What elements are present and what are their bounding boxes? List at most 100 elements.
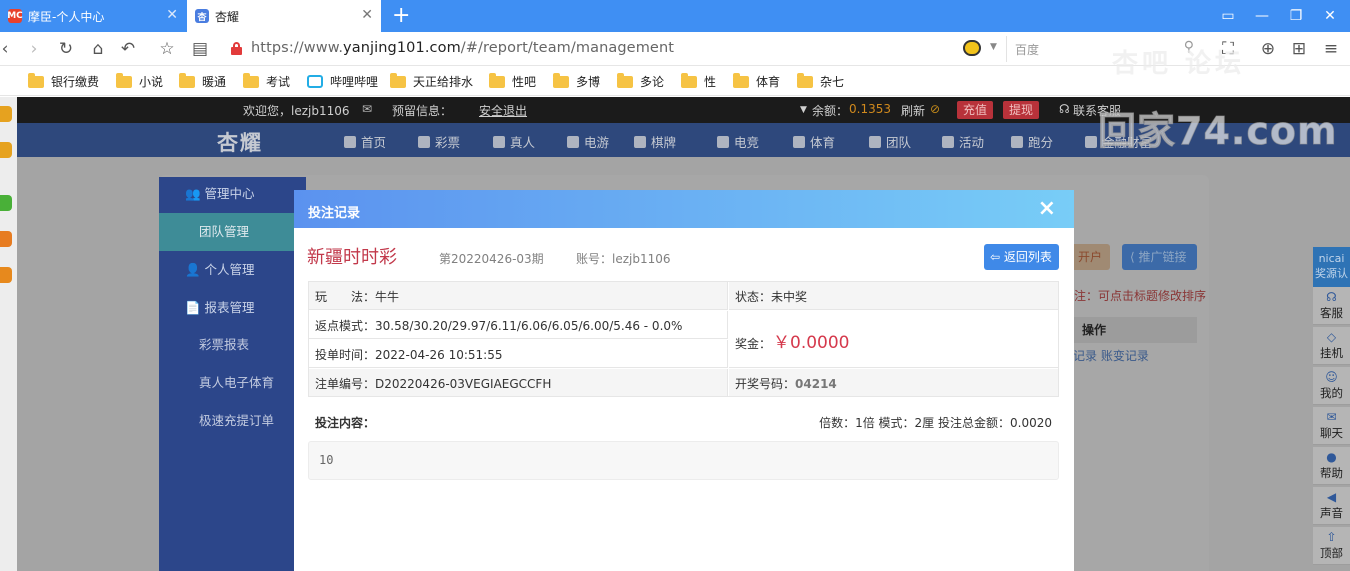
float-top[interactable]: ⇧ 顶部 [1313,527,1350,565]
nav-activity[interactable]: 活动 [942,132,984,151]
sidebar-item-fast-orders[interactable]: 极速充提订单 [159,410,306,429]
bookmark-item[interactable]: 体育 [733,72,780,90]
period-number: 第20220426-03期 [439,252,544,266]
bookmark-item[interactable]: 性 [681,72,716,90]
bookmark-item[interactable]: 哔哩哔哩 [307,73,378,90]
sidebar-group-management[interactable]: 👥 管理中心 [159,183,306,202]
bookmark-item[interactable]: 银行缴费 [28,72,99,90]
float-sound[interactable]: ◀ 声音 [1313,487,1350,525]
back-to-list-button[interactable]: ⇦ 返回列表 [984,244,1059,270]
status-cell: 状态：未中奖 [729,282,1058,310]
sidebar-item-team-management[interactable]: 团队管理 [159,213,306,251]
close-tab-icon[interactable]: ✕ [166,7,178,23]
folder-icon [681,72,697,88]
bee-extension-icon[interactable] [963,40,981,56]
forum-watermark: 杏吧 论坛 回家74.com [1098,49,1338,154]
sidebar-toggle-icon[interactable]: ▭ [1211,0,1245,32]
users-icon: 👥 [185,186,205,201]
sidebar-group-reports[interactable]: 📄 报表管理 [159,297,306,316]
xingyao-favicon-icon: 杏 [195,9,209,23]
sidebar-item-lottery-report[interactable]: 彩票报表 [159,334,306,353]
table-header-actions: 操作 [1073,317,1197,343]
user-icon: 👤 [185,262,205,277]
close-tab-icon[interactable]: ✕ [361,7,373,23]
bet-content-label: 投注内容： [315,416,376,430]
folder-icon [489,72,505,88]
nav-team[interactable]: 团队 [869,132,911,151]
modal-title: 投注记录 [308,206,361,221]
browser-tab-xingyao[interactable]: 杏 杏耀 ✕ [187,0,381,32]
promo-link-button[interactable]: ⟨ 推广链接 [1122,244,1197,270]
recharge-button[interactable]: 充值 [957,101,994,119]
float-service[interactable]: ☊ 客服 [1313,287,1350,325]
folder-icon [390,72,406,88]
new-tab-button[interactable]: + [392,3,410,29]
undo-icon[interactable]: ↶ [117,38,139,60]
bookmark-item[interactable]: 考试 [243,72,290,90]
chat-ext-icon[interactable] [0,195,12,211]
float-mine[interactable]: ☺ 我的 [1313,367,1350,405]
reader-icon[interactable]: ▤ [189,38,211,60]
arrow-up-icon: ⇧ [1326,530,1337,544]
prize-value: ￥0.0000 [773,333,850,353]
bookmark-item[interactable]: 暖通 [179,72,226,90]
record-link[interactable]: 记录 [1073,349,1097,363]
nav-lottery[interactable]: 彩票 [418,132,460,151]
reload-icon[interactable]: ↻ [55,38,77,60]
nav-slots[interactable]: 电游 [567,132,609,151]
bilibili-icon [307,75,323,88]
bookmark-item[interactable]: 杂七 [797,72,844,90]
balance-change-link[interactable]: 账变记录 [1101,349,1149,363]
refresh-link[interactable]: 刷新 [901,102,925,119]
bookmark-item[interactable]: 小说 [116,72,163,90]
withdraw-button[interactable]: 提现 [1003,101,1040,119]
weibo-ext-icon[interactable] [0,267,12,283]
logout-link[interactable]: 安全退出 [479,102,527,119]
site-logo[interactable]: 杏耀 [217,127,263,157]
bookmark-item[interactable]: 多论 [617,72,664,90]
folder-icon [179,72,195,88]
note-ext-icon[interactable] [0,142,12,158]
forward-icon[interactable]: › [23,38,45,60]
open-account-button[interactable]: 开户 [1070,244,1111,270]
nav-cards[interactable]: 棋牌 [634,132,676,151]
tab-title: 摩臣-个人中心 [28,9,105,24]
user-icon: ☺ [1325,370,1338,384]
home-icon[interactable]: ⌂ [87,38,109,60]
float-help[interactable]: ● 帮助 [1313,447,1350,485]
star-icon[interactable]: ☆ [156,38,178,60]
nav-live[interactable]: 真人 [493,132,535,151]
nav-run[interactable]: 跑分 [1011,132,1053,151]
mail-icon[interactable]: ✉ [362,102,372,116]
slots-icon [567,136,579,148]
close-icon[interactable]: × [1038,196,1056,222]
eye-off-icon[interactable]: ⊘ [930,102,940,116]
nav-sports[interactable]: 体育 [793,132,835,151]
bookmark-item[interactable]: 天正给排水 [390,72,473,90]
restore-icon[interactable]: ❐ [1279,0,1313,32]
float-chat[interactable]: ✉ 聊天 [1313,407,1350,445]
browser-tab-mochen[interactable]: MC 摩臣-个人中心 ✕ [0,0,186,32]
folder-icon [116,72,132,88]
back-icon[interactable]: ‹ [0,38,16,60]
nav-esports[interactable]: 电竞 [717,132,759,151]
folder-icon [28,72,44,88]
chevron-down-icon[interactable]: ▼ [990,42,997,52]
bet-summary: 倍数：1倍 模式：2厘 投注总金额：0.0020 [819,416,1052,430]
nav-home[interactable]: 首页 [344,132,386,151]
bookmark-item[interactable]: 性吧 [489,72,536,90]
account-name: 账号：lezjb1106 [576,252,671,266]
url-field[interactable]: https://www.yanjing101.com/#/report/team… [251,40,674,56]
minimize-icon[interactable]: — [1245,0,1279,32]
window-close-icon[interactable]: ✕ [1313,0,1347,32]
cards-icon [634,136,646,148]
report-icon: 📄 [185,300,205,315]
star-ext-icon[interactable] [0,106,12,122]
sidebar-item-live-report[interactable]: 真人电子体育 [159,372,306,391]
headset-icon: ☊ [1326,290,1337,304]
car-icon [1011,136,1023,148]
sidebar-group-personal[interactable]: 👤 个人管理 [159,259,306,278]
bookmark-item[interactable]: 多博 [553,72,600,90]
rss-ext-icon[interactable] [0,231,12,247]
float-auto-bet[interactable]: ◇ 挂机 [1313,327,1350,365]
